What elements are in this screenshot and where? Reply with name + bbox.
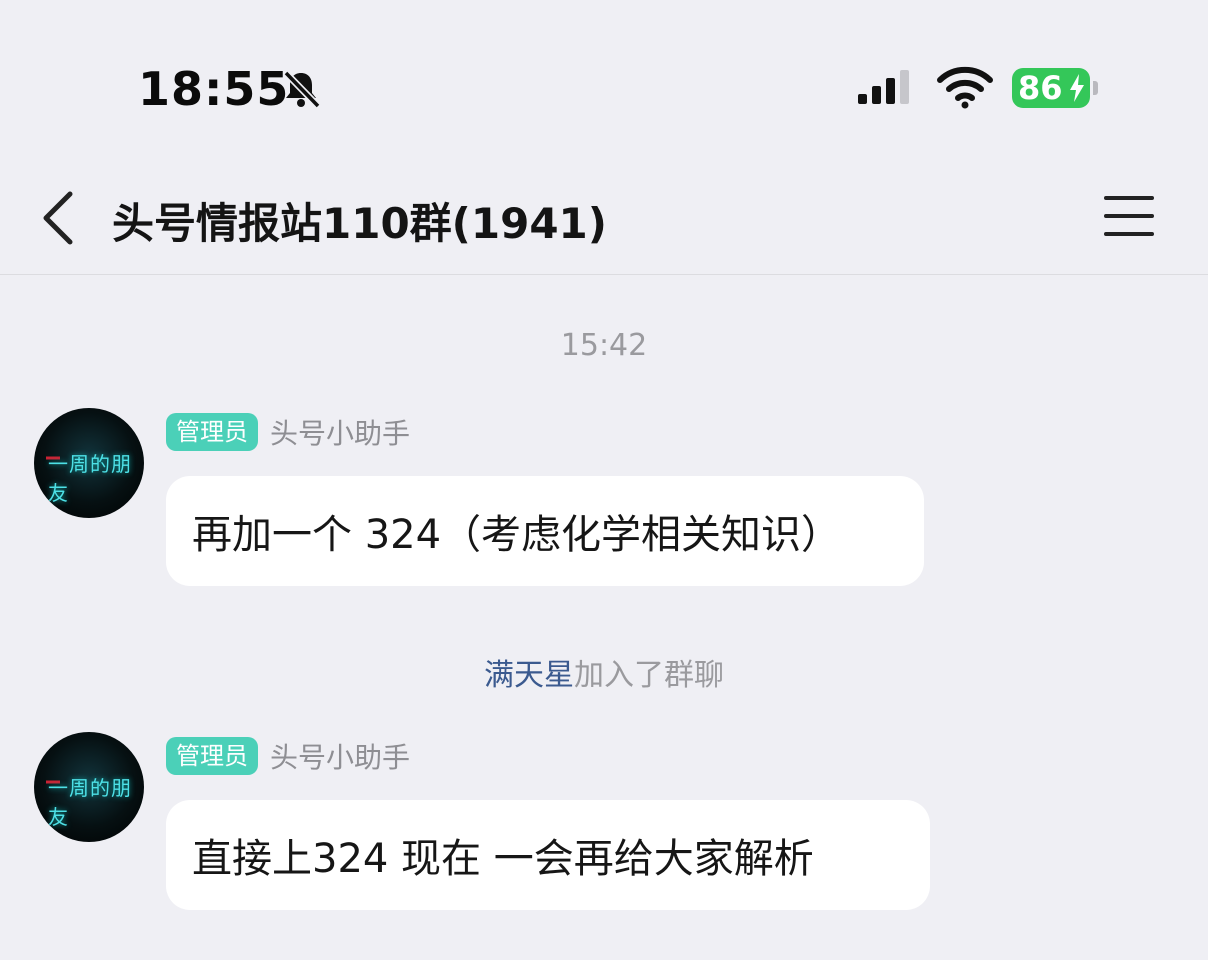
status-bar: 18:55 86 — [0, 0, 1208, 150]
avatar-text: 一周的朋友 — [48, 452, 132, 505]
battery-charging-icon: 86 — [1012, 68, 1098, 110]
message-bubble[interactable]: 直接上324 现在 一会再给大家解析 — [166, 800, 930, 910]
system-message: 满天星加入了群聊 — [0, 650, 1208, 694]
bolt-icon — [1070, 74, 1084, 102]
sender-name[interactable]: 头号小助手 — [270, 412, 410, 452]
message-header: 管理员 头号小助手 — [166, 412, 410, 452]
system-message-user[interactable]: 满天星 — [484, 658, 574, 693]
bell-slash-icon — [283, 70, 321, 109]
avatar-text: 一周的朋友 — [48, 776, 132, 829]
role-badge: 管理员 — [166, 737, 258, 775]
system-message-action: 加入了群聊 — [574, 658, 724, 693]
avatar[interactable]: 一周的朋友 — [34, 732, 144, 842]
page-title: 头号情报站110群(1941) — [112, 199, 607, 248]
message-header: 管理员 头号小助手 — [166, 736, 410, 776]
battery-cap — [1093, 81, 1098, 95]
message-bubble[interactable]: 再加一个 324（考虑化学相关知识） — [166, 476, 924, 586]
wifi-icon — [937, 66, 993, 109]
chevron-left-icon[interactable] — [36, 188, 80, 248]
cellular-signal-icon — [858, 70, 909, 104]
sender-name[interactable]: 头号小助手 — [270, 736, 410, 776]
hamburger-menu-icon[interactable] — [1104, 194, 1158, 238]
message-text: 再加一个 324（考虑化学相关知识） — [192, 512, 842, 558]
chat-header: 头号情报站110群(1941) — [0, 150, 1208, 275]
avatar[interactable]: 一周的朋友 — [34, 408, 144, 518]
chat-timestamp: 15:42 — [560, 328, 648, 363]
message-text: 直接上324 现在 一会再给大家解析 — [192, 836, 814, 882]
status-time: 18:55 — [138, 62, 290, 116]
role-badge: 管理员 — [166, 413, 258, 451]
